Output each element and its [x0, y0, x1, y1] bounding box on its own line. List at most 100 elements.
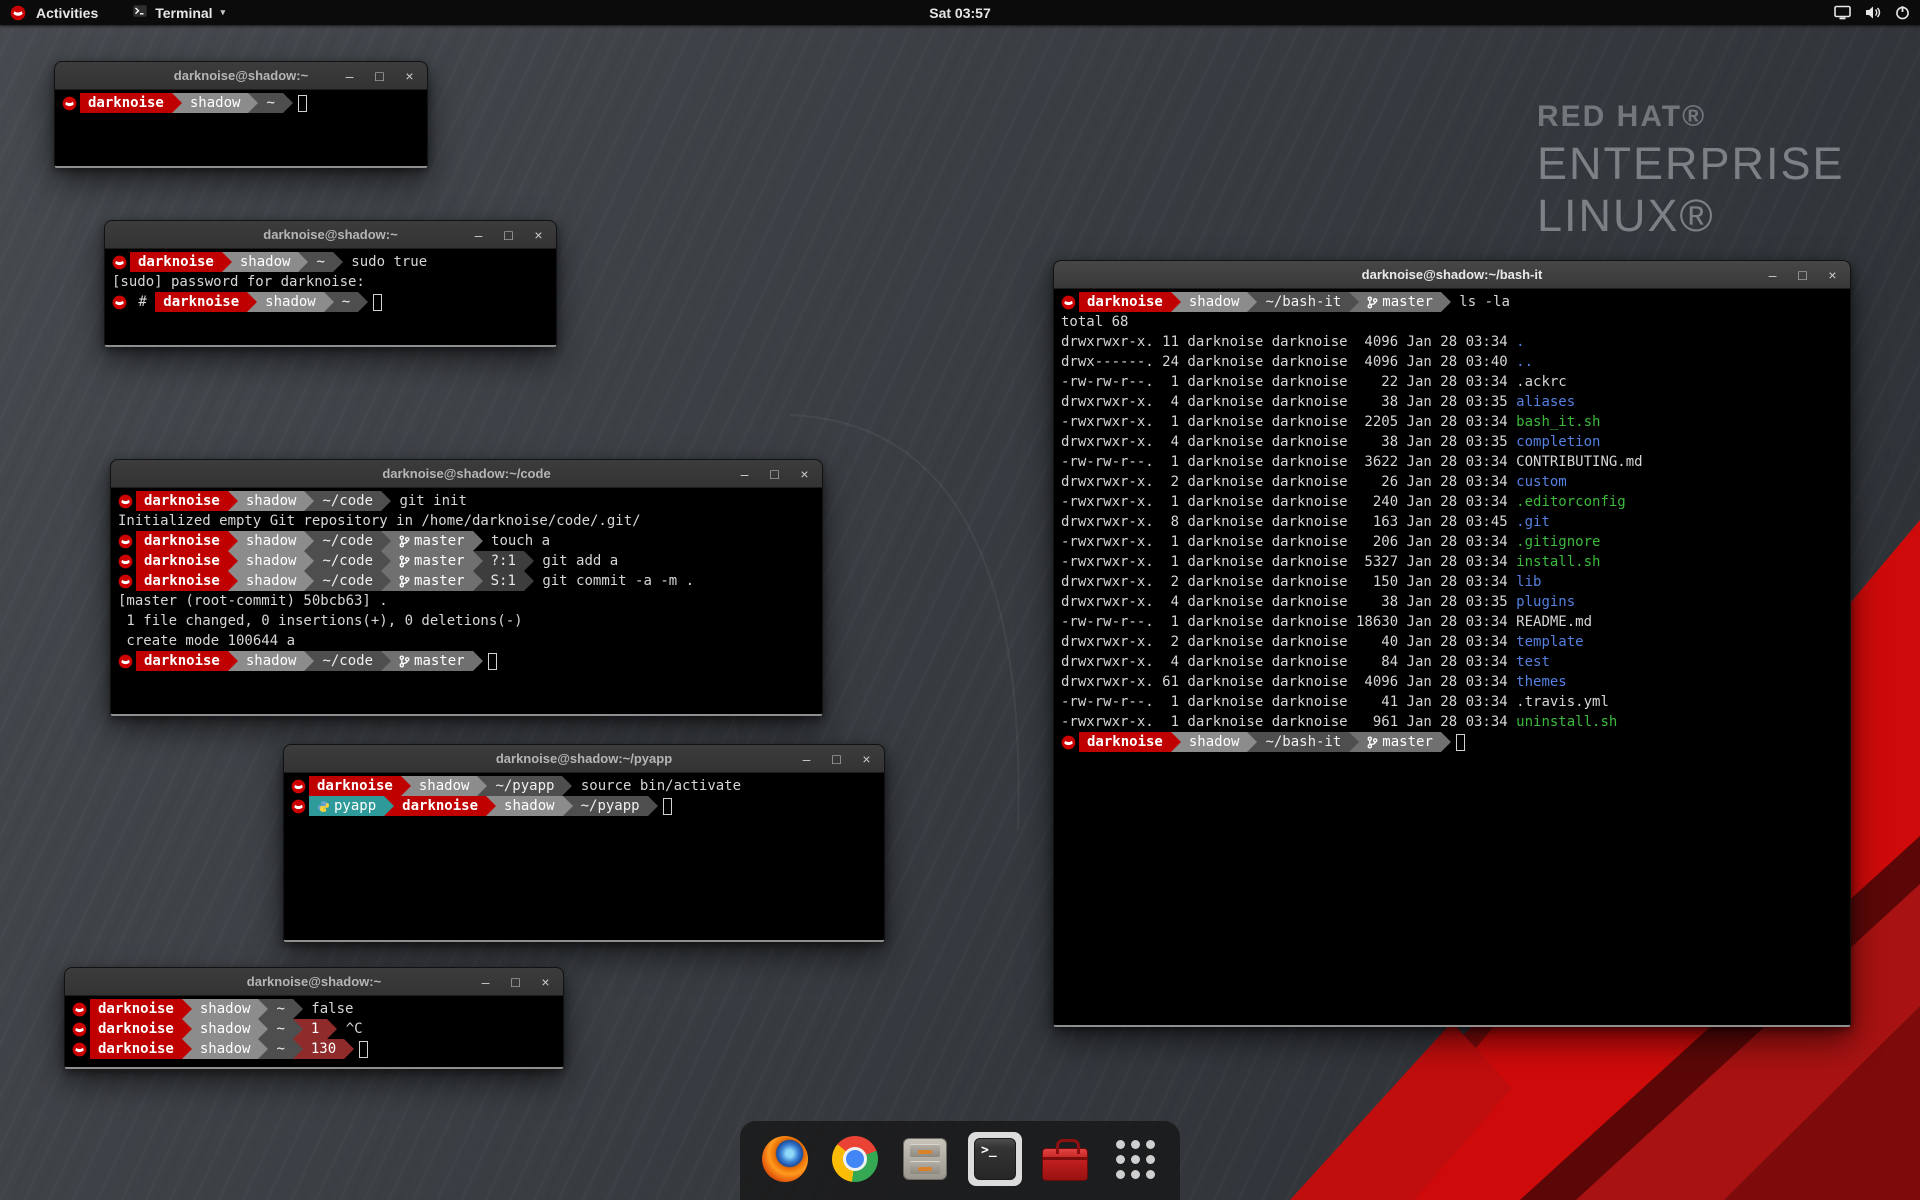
- top-bar: Activities Terminal ▾ Sat 03:57: [0, 0, 1920, 25]
- clock[interactable]: Sat 03:57: [919, 0, 1000, 25]
- terminal-text: -rwxrwxr-x. 1 darknoise darknoise 206 Ja…: [1061, 532, 1516, 552]
- powerline-separator: [1171, 732, 1181, 752]
- close-button[interactable]: ×: [794, 463, 815, 484]
- terminal-text: 1 file changed, 0 insertions(+), 0 delet…: [118, 611, 523, 631]
- terminal-line: darknoiseshadow~/bash-itmaster ls -la: [1061, 292, 1843, 312]
- minimize-button[interactable]: –: [1762, 264, 1783, 285]
- dock-item-firefox[interactable]: [758, 1132, 812, 1186]
- minimize-button[interactable]: –: [475, 971, 496, 992]
- close-button[interactable]: ×: [1822, 264, 1843, 285]
- terminal-text: README.md: [1516, 612, 1592, 632]
- blue-text: aliases: [1516, 392, 1575, 412]
- powerline-separator: [344, 1039, 354, 1059]
- volume-icon[interactable]: [1865, 5, 1881, 20]
- window-titlebar[interactable]: darknoise@shadow:~/bash-it–□×: [1054, 261, 1850, 289]
- terminal-line: -rwxrwxr-x. 1 darknoise darknoise 240 Ja…: [1061, 492, 1843, 512]
- chrome-icon: [832, 1136, 878, 1182]
- powerline-separator: [258, 1019, 268, 1039]
- screen-icon[interactable]: [1834, 5, 1851, 20]
- path-segment: ~/code: [314, 551, 381, 571]
- terminal-body[interactable]: darknoiseshadow~ falsedarknoiseshadow~1 …: [65, 996, 563, 1067]
- window-controls: –□ ×: [1762, 261, 1843, 288]
- terminal-line: [sudo] password for darknoise:: [112, 272, 549, 292]
- activities-button[interactable]: Activities: [0, 0, 108, 25]
- minimize-button[interactable]: –: [734, 463, 755, 484]
- window-titlebar[interactable]: darknoise@shadow:~ –□ ×: [105, 221, 556, 249]
- minimize-button[interactable]: –: [468, 224, 489, 245]
- powerline-separator: [228, 531, 238, 551]
- path-segment: ~/bash-it: [1257, 292, 1349, 312]
- redhat-icon: [72, 1019, 87, 1039]
- maximize-button[interactable]: □: [826, 748, 847, 769]
- terminal-text: -rw-rw-r--. 1 darknoise darknoise 22 Jan…: [1061, 372, 1516, 392]
- powerline-separator: [293, 999, 303, 1019]
- terminal-line: # darknoiseshadow~: [112, 292, 549, 312]
- redhat-icon: [72, 1039, 87, 1059]
- host-segment: shadow: [496, 796, 563, 816]
- dock-item-chrome[interactable]: [828, 1132, 882, 1186]
- close-button[interactable]: ×: [535, 971, 556, 992]
- dock-item-show-apps[interactable]: [1108, 1132, 1162, 1186]
- err-segment: 1: [303, 1019, 327, 1039]
- path-segment: ~: [268, 1039, 292, 1059]
- terminal-line: total 68: [1061, 312, 1843, 332]
- close-button[interactable]: ×: [528, 224, 549, 245]
- close-button[interactable]: ×: [856, 748, 877, 769]
- powerline-separator: [298, 252, 308, 272]
- terminal-body[interactable]: darknoiseshadow~/bash-itmaster ls -latot…: [1054, 289, 1850, 1025]
- terminal-line: -rw-rw-r--. 1 darknoise darknoise 41 Jan…: [1061, 692, 1843, 712]
- dock-item-terminal[interactable]: >_: [968, 1132, 1022, 1186]
- user-segment: darknoise: [136, 651, 228, 671]
- terminal-body[interactable]: darknoiseshadow~: [55, 90, 427, 166]
- window-controls: –□ ×: [475, 968, 556, 995]
- power-icon[interactable]: [1895, 5, 1910, 20]
- minimize-button[interactable]: –: [339, 65, 360, 86]
- terminal-text: git commit -a -m .: [534, 571, 694, 591]
- powerline-separator: [304, 651, 314, 671]
- maximize-button[interactable]: □: [498, 224, 519, 245]
- redhat-icon: [118, 571, 133, 591]
- redhat-icon: [112, 292, 127, 312]
- redhat-icon: [118, 651, 133, 671]
- maximize-button[interactable]: □: [1792, 264, 1813, 285]
- window-titlebar[interactable]: darknoise@shadow:~–□×: [65, 968, 563, 996]
- terminal-body[interactable]: darknoiseshadow~ sudo true[sudo] passwor…: [105, 249, 556, 345]
- window-titlebar[interactable]: darknoise@shadow:~/code–□×: [111, 460, 822, 488]
- window-title: darknoise@shadow:~: [263, 227, 397, 242]
- redhat-icon: [72, 999, 87, 1019]
- powerline-separator: [381, 531, 391, 551]
- terminal-body[interactable]: darknoiseshadow~/pyapp source bin/activa…: [284, 773, 884, 940]
- window-titlebar[interactable]: darknoise@shadow:~–□×: [55, 62, 427, 90]
- maximize-button[interactable]: □: [505, 971, 526, 992]
- window-titlebar[interactable]: darknoise@shadow:~/pyapp–□×: [284, 745, 884, 773]
- powerline-separator: [228, 551, 238, 571]
- blue-text: completion: [1516, 432, 1600, 452]
- window-controls: –□ ×: [339, 62, 420, 89]
- dock-item-toolbox[interactable]: [1038, 1132, 1092, 1186]
- powerline-separator: [358, 292, 368, 312]
- dock: >_: [740, 1121, 1180, 1200]
- terminal-line: drwxrwxr-x. 8 darknoise darknoise 163 Ja…: [1061, 512, 1843, 532]
- app-menu-terminal[interactable]: Terminal ▾: [122, 0, 235, 25]
- terminal-window: darknoise@shadow:~/bash-it–□×darknoisesh…: [1053, 260, 1851, 1027]
- minimize-button[interactable]: –: [796, 748, 817, 769]
- user-segment: darknoise: [1079, 292, 1171, 312]
- windows-layer: darknoise@shadow:~–□×darknoiseshadow~dar…: [0, 0, 1920, 1200]
- user-segment: darknoise: [136, 571, 228, 591]
- close-button[interactable]: ×: [399, 65, 420, 86]
- terminal-line: -rw-rw-r--. 1 darknoise darknoise 22 Jan…: [1061, 372, 1843, 392]
- maximize-button[interactable]: □: [764, 463, 785, 484]
- git-segment: master: [1359, 292, 1441, 312]
- git-segment: master: [1359, 732, 1441, 752]
- window-controls: –□ ×: [734, 460, 815, 487]
- chevron-down-icon: ▾: [221, 7, 226, 18]
- dock-item-files[interactable]: [898, 1132, 952, 1186]
- maximize-button[interactable]: □: [369, 65, 390, 86]
- powerline-separator: [1349, 292, 1359, 312]
- blue-text: .: [1516, 332, 1524, 352]
- terminal-line: darknoiseshadow~/code git init: [118, 491, 815, 511]
- terminal-body[interactable]: darknoiseshadow~/code git initInitialize…: [111, 488, 822, 714]
- text-cursor: [298, 95, 307, 112]
- powerline-separator: [182, 1039, 192, 1059]
- terminal-app-icon: [132, 4, 148, 21]
